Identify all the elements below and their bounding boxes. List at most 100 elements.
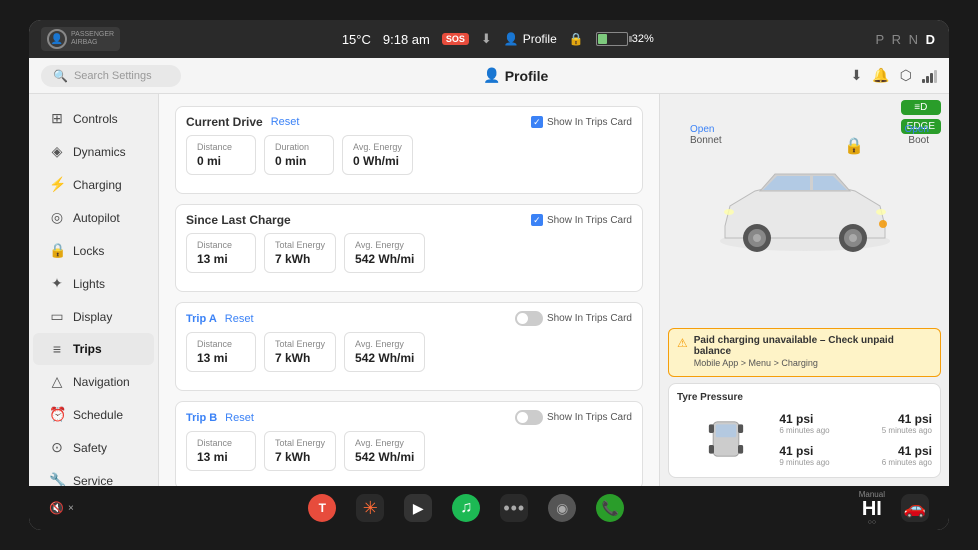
trip-a-title-group: Trip A Reset <box>186 313 254 325</box>
dynamics-label: Dynamics <box>73 145 126 159</box>
trip-a-toggle[interactable] <box>515 311 543 326</box>
sidebar-item-controls[interactable]: ⊞ Controls <box>33 102 154 135</box>
trip-b-avg-label: Avg. Energy <box>355 438 414 448</box>
spotify-icon[interactable]: ♫ <box>452 494 480 522</box>
hi-display: Manual HI ○○ <box>859 490 885 526</box>
camera-icon[interactable]: ◉ <box>548 494 576 522</box>
trip-b-distance-value: 13 mi <box>197 450 245 464</box>
trip-b-toggle[interactable] <box>515 410 543 425</box>
taskbar-right: Manual HI ○○ 🚗 <box>859 490 929 526</box>
temperature-display: 15°C <box>342 32 371 47</box>
trip-a-toggle-knob <box>517 313 528 324</box>
charge-warning: ⚠ Paid charging unavailable – Check unpa… <box>668 328 941 377</box>
current-drive-avg-energy: Avg. Energy 0 Wh/mi <box>342 135 413 175</box>
tyre-rr: 41 psi 6 minutes ago <box>834 444 932 467</box>
tyre-fl: 41 psi 6 minutes ago <box>779 412 829 435</box>
since-last-charge-checkbox[interactable]: ✓ <box>531 214 543 226</box>
airbag-indicator: 👤 PASSENGERAIRBAG <box>41 27 120 51</box>
current-drive-reset[interactable]: Reset <box>271 116 300 128</box>
since-last-charge-show-trips[interactable]: ✓ Show In Trips Card <box>531 214 632 226</box>
sidebar-item-navigation[interactable]: △ Navigation <box>33 365 154 398</box>
slc-total-energy: Total Energy 7 kWh <box>264 233 336 273</box>
current-drive-show-trips[interactable]: ✓ Show In Trips Card <box>531 116 632 128</box>
trip-b-energy: Total Energy 7 kWh <box>264 431 336 471</box>
current-drive-duration-value: 0 min <box>275 154 323 168</box>
media-app-icon[interactable]: ▶ <box>404 494 432 522</box>
current-drive-header: Current Drive Reset ✓ Show In Trips Card <box>186 115 632 129</box>
trip-a-section: Trip A Reset Show In Trips Card Distance… <box>175 302 643 391</box>
sidebar-item-locks[interactable]: 🔒 Locks <box>33 234 154 267</box>
trip-a-show-label: Show In Trips Card <box>547 313 632 324</box>
tyre-rr-time: 6 minutes ago <box>882 458 932 467</box>
navigation-icon: △ <box>49 373 65 390</box>
trip-b-header: Trip B Reset Show In Trips Card <box>186 410 632 425</box>
gear-r[interactable]: R <box>892 32 903 47</box>
sidebar-item-safety[interactable]: ⊙ Safety <box>33 431 154 464</box>
gear-d[interactable]: D <box>926 32 937 47</box>
controls-icon: ⊞ <box>49 110 65 127</box>
screen: 👤 PASSENGERAIRBAG 15°C 9:18 am SOS ⬇ 👤 P… <box>29 20 949 530</box>
sidebar-item-autopilot[interactable]: ◎ Autopilot <box>33 201 154 234</box>
trip-b-show-label: Show In Trips Card <box>547 412 632 423</box>
open-boot-label: Boot <box>908 135 929 146</box>
open-boot-button[interactable]: Open Boot <box>905 124 929 146</box>
search-input[interactable]: Search Settings <box>74 70 152 82</box>
current-drive-show-label: Show In Trips Card <box>547 117 632 128</box>
current-drive-duration-label: Duration <box>275 142 323 152</box>
trip-a-reset[interactable]: Reset <box>225 313 254 325</box>
current-drive-distance-label: Distance <box>197 142 245 152</box>
tyre-fl-value: 41 psi <box>779 412 829 426</box>
phone-icon[interactable]: 📞 <box>596 494 624 522</box>
download-icon2: ⬇ <box>851 67 863 84</box>
current-drive-stats: Distance 0 mi Duration 0 min Avg. Energy… <box>186 135 632 175</box>
current-drive-distance: Distance 0 mi <box>186 135 256 175</box>
tyre-rl: 41 psi 9 minutes ago <box>779 444 829 467</box>
trip-b-stats: Distance 13 mi Total Energy 7 kWh Avg. E… <box>186 431 632 471</box>
open-bonnet-button[interactable]: Open Bonnet <box>690 124 722 146</box>
airbag-icon: 👤 <box>47 29 67 49</box>
profile-label-text: Profile <box>505 68 549 84</box>
car-image <box>705 156 905 266</box>
trip-a-show-trips[interactable]: Show In Trips Card <box>515 311 632 326</box>
navigation-label: Navigation <box>73 375 130 389</box>
current-drive-checkbox[interactable]: ✓ <box>531 116 543 128</box>
trip-b-show-trips[interactable]: Show In Trips Card <box>515 410 632 425</box>
slc-energy-value: 7 kWh <box>275 252 325 266</box>
sidebar-item-schedule[interactable]: ⏰ Schedule <box>33 398 154 431</box>
apps-icon[interactable]: ✳ <box>356 494 384 522</box>
tesla-app-icon[interactable]: T <box>308 494 336 522</box>
since-last-charge-section: Since Last Charge ✓ Show In Trips Card D… <box>175 204 643 292</box>
controls-label: Controls <box>73 112 118 126</box>
sidebar-item-charging[interactable]: ⚡ Charging <box>33 168 154 201</box>
safety-icon: ⊙ <box>49 439 65 456</box>
volume-control[interactable]: 🔇 × <box>49 501 74 515</box>
battery-bar <box>596 32 628 46</box>
open-boot-open-label: Open <box>905 124 929 135</box>
top-bar-center: 15°C 9:18 am SOS ⬇ 👤 Profile 🔒 32% <box>130 31 865 47</box>
sidebar: ⊞ Controls ◈ Dynamics ⚡ Charging ◎ Autop… <box>29 94 159 486</box>
trip-a-avg-value: 542 Wh/mi <box>355 351 414 365</box>
sidebar-item-display[interactable]: ▭ Display <box>33 300 154 333</box>
gear-n[interactable]: N <box>909 32 920 47</box>
top-bar-left: 👤 PASSENGERAIRBAG <box>41 27 120 51</box>
current-drive-distance-value: 0 mi <box>197 154 245 168</box>
gear-p[interactable]: P <box>876 32 886 47</box>
sidebar-item-lights[interactable]: ✦ Lights <box>33 267 154 300</box>
trip-b-reset[interactable]: Reset <box>225 412 254 424</box>
car-status-icon[interactable]: 🚗 <box>901 494 929 522</box>
volume-x-label: × <box>68 503 74 514</box>
sidebar-item-dynamics[interactable]: ◈ Dynamics <box>33 135 154 168</box>
sos-button[interactable]: SOS <box>442 33 469 45</box>
profile-top[interactable]: 👤 Profile <box>504 32 557 46</box>
warning-title: Paid charging unavailable – Check unpaid… <box>694 335 932 357</box>
since-last-charge-header: Since Last Charge ✓ Show In Trips Card <box>186 213 632 227</box>
current-drive-section: Current Drive Reset ✓ Show In Trips Card… <box>175 106 643 194</box>
lock-icon: 🔒 <box>569 32 584 46</box>
sidebar-item-service[interactable]: 🔧 Service <box>33 464 154 486</box>
since-last-charge-show-label: Show In Trips Card <box>547 215 632 226</box>
tyre-fl-time: 6 minutes ago <box>779 426 829 435</box>
search-box[interactable]: 🔍 Search Settings <box>41 65 181 87</box>
more-apps-icon[interactable]: ••• <box>500 494 528 522</box>
taskbar: 🔇 × T ✳ ▶ ♫ ••• ◉ 📞 Manual HI ○○ 🚗 <box>29 486 949 530</box>
sidebar-item-trips[interactable]: ≡ Trips <box>33 333 154 365</box>
